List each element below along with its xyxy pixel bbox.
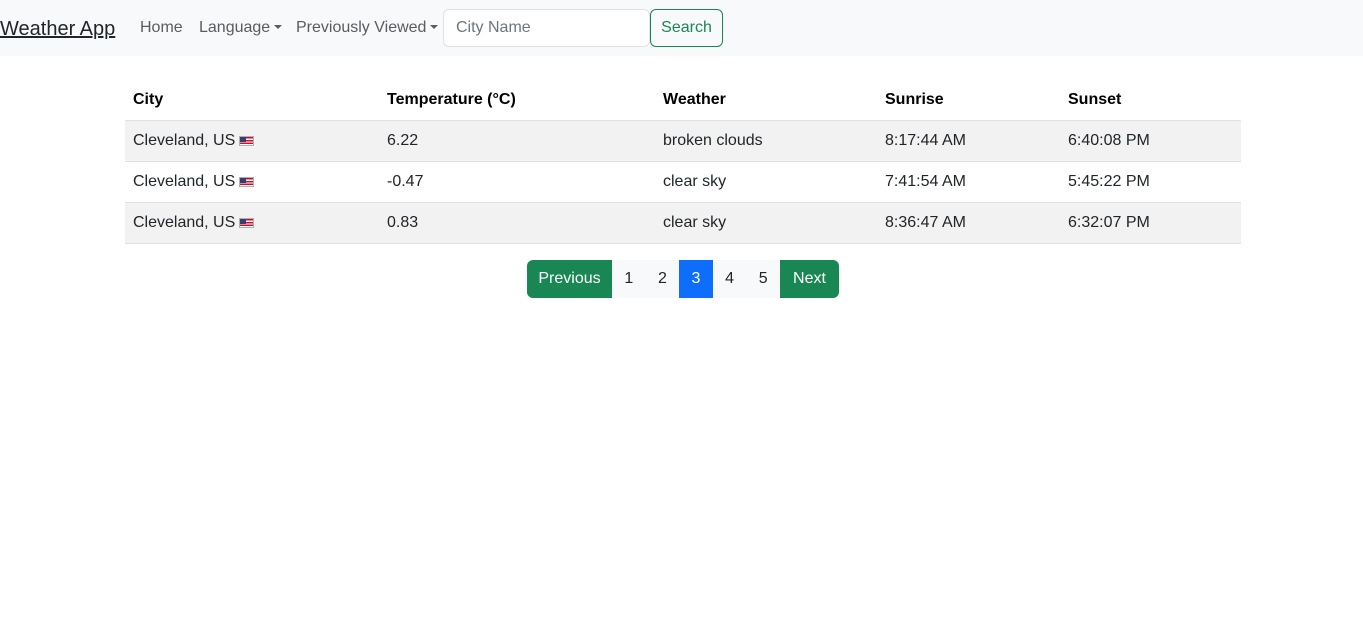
sunset-cell: 5:45:22 PM	[1060, 161, 1241, 203]
navbar: Weather App Home Language Previously Vie…	[0, 0, 1363, 56]
page-4-button[interactable]: 4	[712, 260, 747, 298]
page-2-button[interactable]: 2	[645, 260, 680, 298]
temperature-cell: 6.22	[379, 120, 655, 162]
city-cell: Cleveland, US	[125, 161, 379, 203]
nav-previously-viewed-label: Previously Viewed	[296, 19, 427, 36]
search-button[interactable]: Search	[650, 9, 723, 47]
city-name: Cleveland, US	[133, 214, 236, 231]
column-header-temperature: Temperature (°C)	[379, 80, 655, 121]
weather-table: City Temperature (°C) Weather Sunrise Su…	[125, 80, 1241, 244]
pagination: Previous 1 2 3 4 5 Next	[527, 260, 839, 298]
chevron-down-icon	[274, 25, 283, 29]
column-header-sunrise: Sunrise	[877, 80, 1060, 121]
city-cell: Cleveland, US	[125, 120, 379, 162]
nav-home-link[interactable]: Home	[140, 18, 183, 38]
page-1-button[interactable]: 1	[612, 260, 646, 298]
us-flag-icon	[239, 136, 255, 146]
table-row: Cleveland, US 6.22 broken clouds 8:17:44…	[125, 120, 1241, 162]
sunset-cell: 6:32:07 PM	[1060, 202, 1241, 244]
us-flag-icon	[239, 218, 255, 228]
sunrise-cell: 8:17:44 AM	[877, 120, 1060, 162]
nav-language-label: Language	[199, 19, 271, 36]
sunrise-cell: 8:36:47 AM	[877, 202, 1060, 244]
sunset-cell: 6:40:08 PM	[1060, 120, 1241, 162]
city-search-input[interactable]	[443, 9, 650, 47]
page-5-button[interactable]: 5	[746, 260, 780, 298]
column-header-weather: Weather	[655, 80, 877, 121]
chevron-down-icon	[430, 25, 439, 29]
nav-previously-viewed-dropdown[interactable]: Previously Viewed	[296, 18, 439, 38]
city-name: Cleveland, US	[133, 132, 236, 149]
weather-cell: broken clouds	[655, 120, 877, 162]
temperature-cell: 0.83	[379, 202, 655, 244]
us-flag-icon	[239, 177, 255, 187]
previous-page-button[interactable]: Previous	[527, 260, 612, 298]
weather-cell: clear sky	[655, 202, 877, 244]
next-page-button[interactable]: Next	[779, 260, 839, 298]
table-header-row: City Temperature (°C) Weather Sunrise Su…	[125, 80, 1241, 121]
weather-cell: clear sky	[655, 161, 877, 203]
column-header-sunset: Sunset	[1060, 80, 1241, 121]
brand-link[interactable]: Weather App	[0, 15, 115, 43]
table-row: Cleveland, US -0.47 clear sky 7:41:54 AM…	[125, 161, 1241, 203]
sunrise-cell: 7:41:54 AM	[877, 161, 1060, 203]
nav-language-dropdown[interactable]: Language	[199, 18, 283, 38]
table-row: Cleveland, US 0.83 clear sky 8:36:47 AM …	[125, 202, 1241, 244]
city-cell: Cleveland, US	[125, 202, 379, 244]
temperature-cell: -0.47	[379, 161, 655, 203]
city-name: Cleveland, US	[133, 173, 236, 190]
page-3-button[interactable]: 3	[679, 260, 713, 298]
column-header-city: City	[125, 80, 379, 121]
